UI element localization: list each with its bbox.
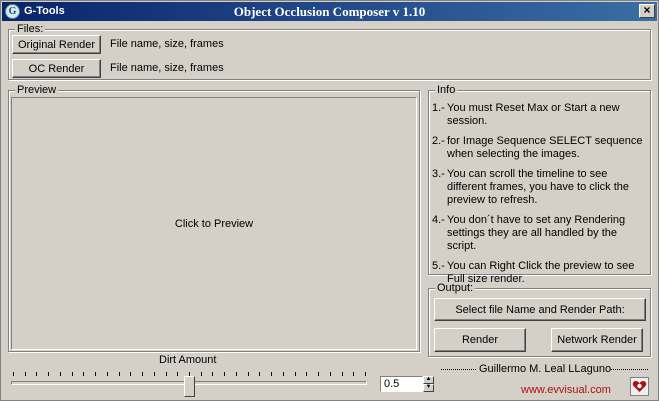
website-link[interactable]: www.evvisual.com xyxy=(521,384,611,396)
credit-line-left xyxy=(441,369,476,370)
slider-tick xyxy=(153,372,155,376)
dirt-amount-input[interactable] xyxy=(380,376,423,392)
slider-tick xyxy=(282,372,284,376)
dirt-amount-label: Dirt Amount xyxy=(159,354,217,366)
preview-canvas[interactable]: Click to Preview xyxy=(11,97,417,350)
slider-tick xyxy=(353,372,355,376)
author-credit: Guillermo M. Leal LLaguno xyxy=(479,363,612,375)
slider-tick xyxy=(259,372,261,376)
spin-up-icon[interactable]: ▲ xyxy=(423,376,434,384)
slider-tick xyxy=(177,372,179,376)
slider-tick xyxy=(365,372,366,376)
window-title: Object Occlusion Composer v 1.10 xyxy=(233,4,426,19)
preview-hint: Click to Preview xyxy=(174,217,254,230)
slider-tick xyxy=(13,372,14,376)
slider-tick xyxy=(212,372,214,376)
select-render-path-button[interactable]: Select file Name and Render Path: xyxy=(434,298,646,321)
slider-tick xyxy=(95,372,97,376)
slider-tick xyxy=(235,372,237,376)
slider-tick xyxy=(36,372,38,376)
close-button[interactable]: × xyxy=(639,4,655,18)
oc-render-button[interactable]: OC Render xyxy=(12,59,101,78)
info-group-title: Info xyxy=(435,84,458,96)
info-item: 3.- You can scroll the timeline to see di… xyxy=(432,168,629,206)
slider-tick xyxy=(71,372,73,376)
slider-tick xyxy=(24,372,26,376)
files-group: Files: xyxy=(8,23,651,80)
slider-tick xyxy=(247,372,249,376)
slider-tick xyxy=(224,372,226,376)
slider-tick xyxy=(130,372,132,376)
dirt-amount-spinner[interactable]: ▲ ▼ xyxy=(423,376,434,392)
original-render-info: File name, size, frames xyxy=(110,38,224,50)
slider-tick xyxy=(142,372,144,376)
slider-tick xyxy=(48,372,50,376)
files-group-title: Files: xyxy=(15,23,46,35)
slider-tick xyxy=(200,372,202,376)
slider-tick xyxy=(329,372,331,376)
slider-tick xyxy=(106,372,108,376)
render-button[interactable]: Render xyxy=(434,328,526,352)
main-window: G G-Tools Object Occlusion Composer v 1.… xyxy=(0,0,659,401)
heart-logo-icon xyxy=(630,377,649,396)
output-group-title: Output: xyxy=(435,282,476,294)
oc-render-info: File name, size, frames xyxy=(110,62,224,74)
info-group: Info 1.- You must Reset Max or Start a ne… xyxy=(428,84,651,285)
original-render-button[interactable]: Original Render xyxy=(12,35,101,54)
slider-tick xyxy=(83,372,85,376)
info-list: 1.- You must Reset Max or Start a new ses… xyxy=(432,102,647,293)
info-item: 4.- You don´t have to set any Rendering s… xyxy=(432,214,626,252)
slider-tick xyxy=(118,372,120,376)
credit-line-right xyxy=(611,369,648,370)
network-render-button[interactable]: Network Render xyxy=(551,328,643,352)
slider-tick xyxy=(165,372,167,376)
dirt-slider-thumb[interactable] xyxy=(184,376,195,397)
info-item: 1.- You must Reset Max or Start a new ses… xyxy=(432,102,620,127)
spin-down-icon[interactable]: ▼ xyxy=(423,384,434,392)
slider-tick xyxy=(306,372,308,376)
slider-tick xyxy=(59,372,61,376)
preview-group-title: Preview xyxy=(15,84,59,96)
slider-tick xyxy=(271,372,273,376)
slider-tick xyxy=(294,372,296,376)
slider-tick xyxy=(318,372,320,376)
slider-tick xyxy=(341,372,343,376)
title-bar[interactable]: G G-Tools Object Occlusion Composer v 1.… xyxy=(2,2,657,21)
info-item: 2.- for Image Sequence SELECT sequence wh… xyxy=(432,135,643,160)
